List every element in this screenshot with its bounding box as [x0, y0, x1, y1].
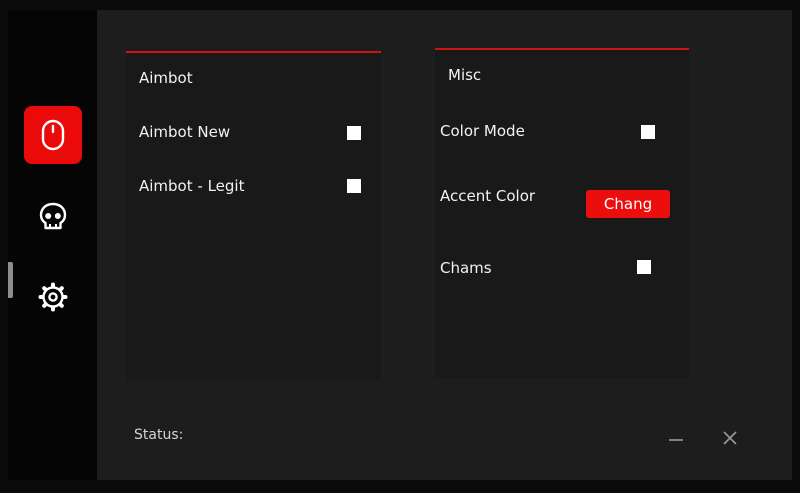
sidebar [8, 10, 97, 480]
gear-icon [38, 282, 68, 312]
app-window: Aimbot Aimbot New Aimbot - Legit Misc Co… [8, 10, 792, 480]
panel-accent-bar [126, 51, 381, 53]
status-label: Status: [134, 427, 184, 443]
change-accent-color-button[interactable]: Chang [586, 190, 670, 218]
aimbot-new-label: Aimbot New [139, 123, 231, 141]
panel-accent-bar [435, 48, 689, 50]
sidebar-item-settings[interactable] [24, 268, 82, 326]
chams-label: Chams [440, 259, 492, 277]
panel-title: Misc [448, 66, 482, 84]
panel-title: Aimbot [139, 69, 193, 87]
chams-checkbox[interactable] [637, 260, 651, 274]
sidebar-item-visuals[interactable] [24, 188, 82, 246]
aimbot-new-checkbox[interactable] [347, 126, 361, 140]
minimize-icon [669, 439, 683, 441]
aimbot-legit-label: Aimbot - Legit [139, 177, 245, 195]
skull-icon [39, 202, 67, 230]
close-icon [723, 431, 737, 445]
mouse-icon [41, 119, 65, 151]
color-mode-checkbox[interactable] [641, 125, 655, 139]
misc-panel: Misc Color Mode Accent Color Chang Chams [435, 48, 689, 378]
minimize-button[interactable] [664, 426, 688, 450]
window-edge-handle [8, 262, 13, 298]
aimbot-legit-checkbox[interactable] [347, 179, 361, 193]
sidebar-item-aimbot[interactable] [24, 106, 82, 164]
close-button[interactable] [718, 426, 742, 450]
accent-color-label: Accent Color [440, 187, 536, 205]
color-mode-label: Color Mode [440, 122, 525, 140]
aimbot-panel: Aimbot Aimbot New Aimbot - Legit [126, 51, 381, 381]
